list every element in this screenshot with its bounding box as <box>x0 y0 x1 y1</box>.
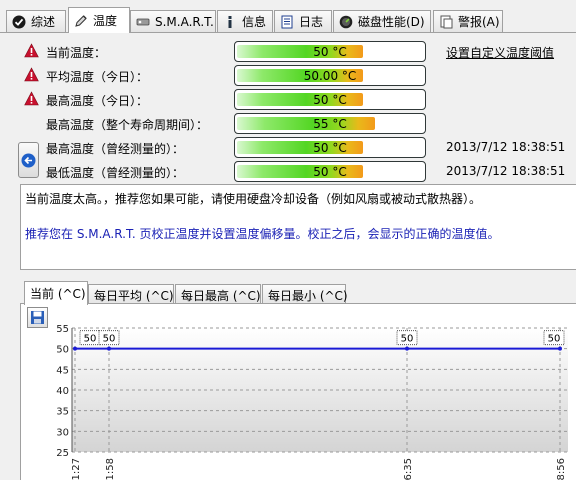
temp-timestamp: 2013/7/12 18:38:51 <box>446 140 566 154</box>
chart-tab-current[interactable]: 当前 (^C) <box>24 281 88 305</box>
temp-value: 50 °C <box>313 141 347 155</box>
log-icon <box>281 15 293 28</box>
chart-x-tick-label: 1:58 <box>105 458 116 480</box>
tab-label: 警报(A) <box>458 15 500 29</box>
check-circle-icon <box>12 15 26 28</box>
tab-temperature[interactable]: 温度 <box>68 7 130 33</box>
temp-label: 平均温度（今日）： <box>46 70 149 84</box>
chart-point-label: 50 <box>401 334 414 345</box>
chart-point-label: 50 <box>84 334 97 345</box>
chart-y-tick-label: 50 <box>56 345 69 356</box>
temp-label: 最高温度（整个寿命周期间）： <box>46 118 209 132</box>
temp-bar: 50 °C <box>234 137 426 158</box>
warning-icon <box>24 43 39 58</box>
tab-label: 温度 <box>93 14 118 28</box>
chart-x-tick-label: 6:35 <box>403 458 414 480</box>
info-icon <box>228 15 232 28</box>
tab-label: 综述 <box>31 15 56 29</box>
chart-data-point <box>558 346 562 351</box>
chart-y-tick-label: 55 <box>56 324 69 335</box>
warning-icon <box>24 67 39 82</box>
chart-y-tick-label: 30 <box>56 427 69 438</box>
gauge-icon <box>339 15 353 28</box>
chart-x-tick-label: 8:56 <box>556 458 567 480</box>
set-threshold-link[interactable]: 设置自定义温度阈值 <box>446 44 554 61</box>
tab-bar: 综述 温度 S.M.A.R.T. 信息 日志 磁盘性能(D) 警报(A) <box>0 0 576 33</box>
temperature-chart: 25 30 35 40 45 50 55 50 50 50 50 1:27 1:58 6:35 8:56 <box>56 324 568 480</box>
temp-label: 最高温度（曾经测量的）： <box>46 142 185 156</box>
back-arrow-icon <box>21 153 36 167</box>
temp-label: 最高温度（今日）： <box>46 94 149 108</box>
chart-tab-daily-max[interactable]: 每日最高 (^C) <box>175 284 261 304</box>
temp-value: 50 °C <box>313 45 347 59</box>
tab-label: 信息 <box>242 15 267 29</box>
temp-bar: 50 °C <box>234 89 426 110</box>
tab-label: 磁盘性能(D) <box>358 15 425 29</box>
tab-alerts[interactable]: 警报(A) <box>433 10 503 32</box>
temperature-window: 综述 温度 S.M.A.R.T. 信息 日志 磁盘性能(D) 警报(A) 当前温… <box>0 0 576 480</box>
chart-point-label: 50 <box>103 334 116 345</box>
chart-y-tick-label: 25 <box>56 448 69 459</box>
advice-message-box: 当前温度太高。，推荐您如果可能，请使用硬盘冷却设备（例如风扇或被动式散热器）。 … <box>20 184 576 270</box>
chart-y-tick-label: 40 <box>56 386 69 397</box>
temp-value: 50.00 °C <box>303 69 357 83</box>
advice-warning-text: 当前温度太高。，推荐您如果可能，请使用硬盘冷却设备（例如风扇或被动式散热器）。 <box>25 192 482 206</box>
temp-row-max-ever: 最高温度（曾经测量的）： 50 °C 2013/7/12 18:38:51 <box>0 136 576 160</box>
tab-smart[interactable]: S.M.A.R.T. <box>130 10 216 32</box>
tab-info[interactable]: 信息 <box>217 10 273 32</box>
reset-button[interactable] <box>18 142 39 178</box>
chart-y-tick-label: 45 <box>56 365 69 376</box>
temp-row-max-lifetime: 最高温度（整个寿命周期间）： 55 °C <box>0 112 576 136</box>
temp-label: 最低温度（曾经测量的）： <box>46 166 185 180</box>
tab-log[interactable]: 日志 <box>274 10 332 32</box>
drive-icon <box>136 18 150 25</box>
tab-disk-performance[interactable]: 磁盘性能(D) <box>333 10 431 32</box>
chart-point-label: 50 <box>548 334 561 345</box>
tab-label: S.M.A.R.T. <box>155 14 214 29</box>
temp-value: 50 °C <box>313 165 347 179</box>
warning-icon <box>24 91 39 106</box>
temp-row-min-ever: 最低温度（曾经测量的）： 50 °C 2013/7/12 18:38:51 <box>0 160 576 184</box>
tab-overview[interactable]: 综述 <box>6 10 66 32</box>
chart-y-tick-label: 35 <box>56 407 69 418</box>
chart-tab-divider <box>20 303 576 304</box>
temp-value: 55 °C <box>313 117 347 131</box>
temp-bar: 55 °C <box>234 113 426 134</box>
chart-tab-daily-average[interactable]: 每日平均 (^C) <box>88 284 174 304</box>
temp-bar: 50 °C <box>234 41 426 62</box>
temp-label: 当前温度： <box>46 46 107 60</box>
temp-bar: 50 °C <box>234 161 426 182</box>
pencil-icon <box>75 14 87 27</box>
chart-x-tick-label: 1:27 <box>71 458 82 480</box>
temp-value: 50 °C <box>313 93 347 107</box>
chart-data-point <box>405 346 409 351</box>
temp-bar: 50.00 °C <box>234 65 426 86</box>
temp-row-average-today: 平均温度（今日）： 50.00 °C <box>0 64 576 88</box>
temp-row-max-today: 最高温度（今日）： 50 °C <box>0 88 576 112</box>
chart-tab-daily-min[interactable]: 每日最小 (^C) <box>262 284 348 304</box>
alert-doc-icon <box>440 15 453 28</box>
temp-timestamp: 2013/7/12 18:38:51 <box>446 164 566 178</box>
chart-data-point <box>73 346 77 351</box>
advice-calibration-text: 推荐您在 S.M.A.R.T. 页校正温度并设置温度偏移量。校正之后，会显示的正… <box>25 227 500 241</box>
chart-data-point <box>107 346 111 351</box>
tab-label: 日志 <box>299 15 324 29</box>
